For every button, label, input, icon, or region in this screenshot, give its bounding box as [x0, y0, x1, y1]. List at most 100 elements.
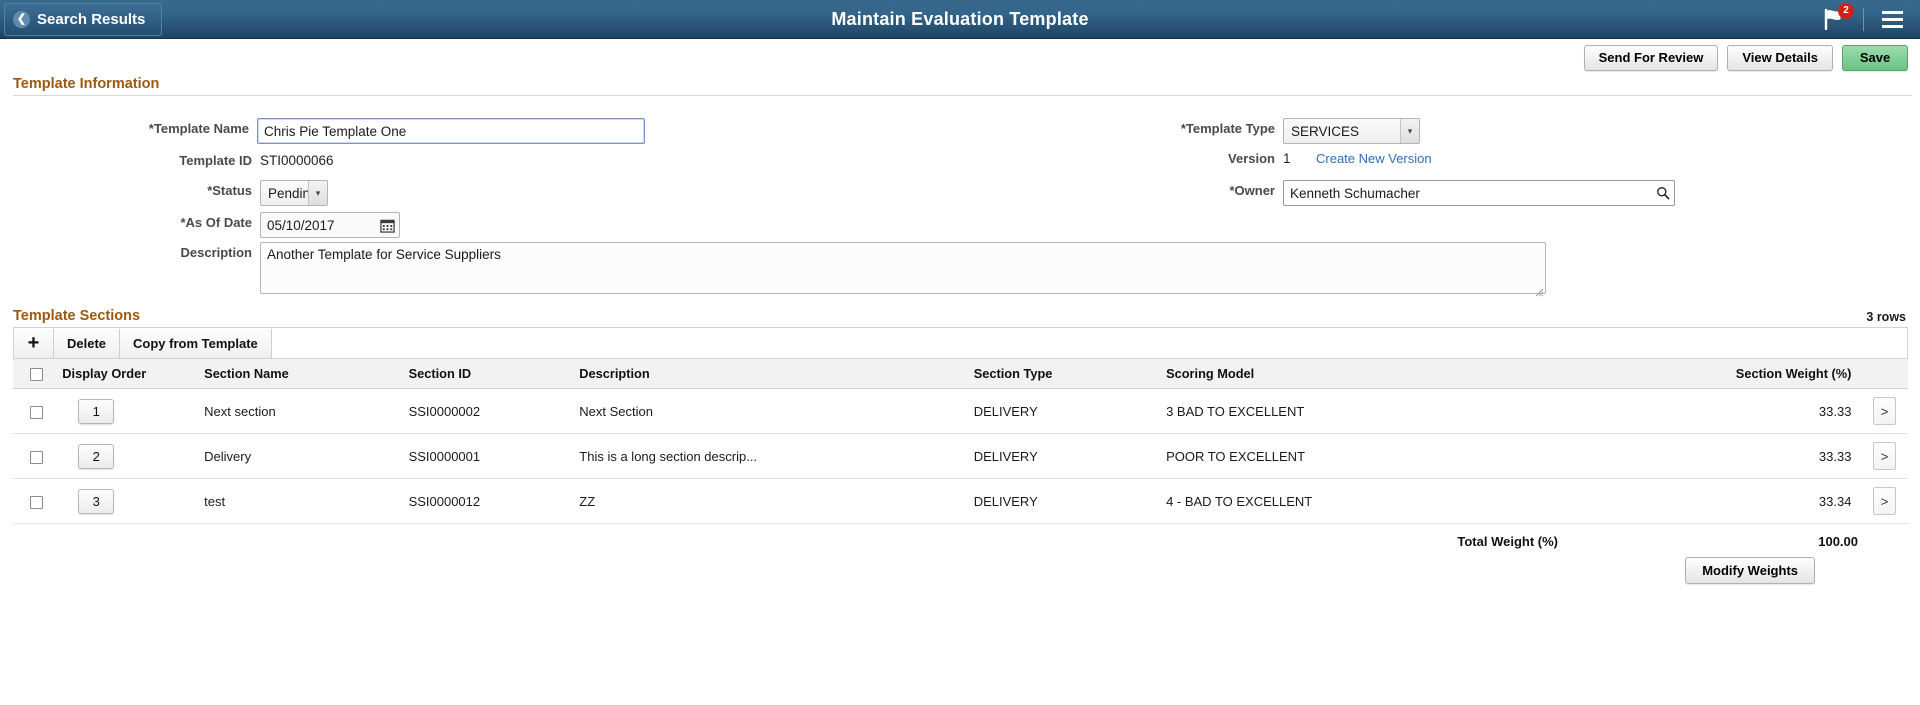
template-type-select-value: SERVICES: [1291, 123, 1360, 139]
select-all-checkbox[interactable]: [30, 368, 44, 382]
as-of-date-label: As Of Date: [0, 212, 252, 233]
section-name-cell: Delivery: [198, 433, 403, 480]
total-weight-value: 100.00: [1818, 534, 1858, 550]
table-row[interactable]: 1 Next section SSI0000002 Next Section D…: [13, 388, 1908, 435]
section-weight-cell: 33.33: [1604, 388, 1858, 435]
modify-weights-row: Modify Weights: [13, 549, 1908, 585]
template-type-select[interactable]: SERVICES ▾: [1283, 118, 1420, 144]
view-details-button[interactable]: View Details: [1727, 44, 1833, 71]
description-cell: This is a long section descrip...: [573, 433, 968, 480]
display-order-button[interactable]: 1: [78, 398, 115, 424]
delete-rows-button[interactable]: Delete: [54, 328, 121, 358]
select-all-header: [13, 357, 57, 390]
owner-label: Owner: [1140, 180, 1275, 201]
column-header-scoring-model[interactable]: Scoring Model: [1160, 357, 1605, 390]
table-row[interactable]: 2 Delivery SSI0000001 This is a long sec…: [13, 433, 1908, 480]
column-header-section-type[interactable]: Section Type: [967, 357, 1161, 390]
scoring-model-cell: 4 - BAD TO EXCELLENT: [1160, 478, 1605, 525]
column-header-display-order[interactable]: Display Order: [56, 357, 199, 390]
row-detail-button[interactable]: >: [1873, 397, 1896, 426]
column-header-section-id[interactable]: Section ID: [402, 357, 574, 390]
description-cell: ZZ: [573, 478, 968, 525]
template-id-field: Template ID STI0000066: [0, 150, 645, 171]
row-select-cell: [13, 478, 57, 525]
table-row[interactable]: 3 test SSI0000012 ZZ DELIVERY 4 - BAD TO…: [13, 478, 1908, 525]
row-detail-cell: >: [1857, 433, 1908, 480]
version-value: 1: [1283, 151, 1291, 166]
template-id-label: Template ID: [179, 153, 252, 168]
row-select-cell: [13, 433, 57, 480]
display-order-button[interactable]: 3: [78, 488, 115, 514]
template-sections-heading: Template Sections: [13, 308, 141, 324]
display-order-cell: 2: [56, 433, 199, 480]
section-name-cell: test: [198, 478, 403, 525]
section-id-cell: SSI0000012: [402, 478, 574, 525]
row-checkbox[interactable]: [30, 405, 44, 419]
total-weight-label: Total Weight (%): [1457, 534, 1558, 550]
row-checkbox[interactable]: [30, 450, 44, 464]
row-checkbox[interactable]: [30, 495, 44, 509]
save-button[interactable]: Save: [1842, 44, 1908, 71]
as-of-date-input[interactable]: 05/10/2017: [260, 212, 400, 238]
add-row-button[interactable]: +: [14, 328, 54, 358]
top-navigation-bar: ❮ Search Results Maintain Evaluation Tem…: [0, 0, 1920, 39]
row-detail-cell: >: [1857, 478, 1908, 525]
display-order-button[interactable]: 2: [78, 443, 115, 469]
back-button-label: Search Results: [37, 10, 146, 28]
copy-from-template-button[interactable]: Copy from Template: [120, 328, 272, 358]
description-textarea[interactable]: [260, 242, 1546, 294]
status-field: Status Pending ▾: [0, 180, 645, 206]
grid-toolbar: + Delete Copy from Template: [13, 327, 1908, 358]
status-select[interactable]: Pending ▾: [260, 180, 328, 206]
section-name-cell: Next section: [198, 388, 403, 435]
template-id-value: STI0000066: [260, 153, 334, 168]
row-detail-button[interactable]: >: [1873, 442, 1896, 471]
description-cell: Next Section: [573, 388, 968, 435]
description-label: Description: [180, 245, 252, 260]
column-header-description[interactable]: Description: [573, 357, 968, 390]
hamburger-bar-2: [1881, 17, 1903, 21]
column-header-section-weight[interactable]: Section Weight (%): [1604, 357, 1858, 390]
owner-field: Owner Kenneth Schumacher: [1140, 180, 1675, 206]
section-type-cell: DELIVERY: [967, 388, 1161, 435]
row-detail-cell: >: [1857, 388, 1908, 435]
section-id-cell: SSI0000001: [402, 433, 574, 480]
chevron-down-icon: ▾: [308, 181, 327, 205]
chevron-down-icon: ▾: [1400, 119, 1419, 143]
section-id-cell: SSI0000002: [402, 388, 574, 435]
as-of-date-value: 05/10/2017: [267, 217, 335, 233]
display-order-cell: 1: [56, 388, 199, 435]
template-name-field: Template Name: [0, 118, 645, 144]
back-to-search-results-button[interactable]: ❮ Search Results: [4, 2, 163, 36]
row-select-cell: [13, 388, 57, 435]
calendar-icon[interactable]: [380, 218, 395, 233]
modify-weights-button[interactable]: Modify Weights: [1685, 557, 1815, 585]
scoring-model-cell: POOR TO EXCELLENT: [1160, 433, 1605, 480]
template-type-label: Template Type: [1140, 118, 1275, 139]
section-type-cell: DELIVERY: [967, 433, 1161, 480]
owner-input[interactable]: Kenneth Schumacher: [1283, 180, 1675, 206]
notifications-button[interactable]: 2: [1807, 0, 1863, 39]
search-icon[interactable]: [1656, 186, 1670, 200]
template-information-form: Template Name Template ID STI0000066 Sta…: [0, 96, 1920, 308]
section-weight-cell: 33.33: [1604, 433, 1858, 480]
hamburger-bar-3: [1881, 24, 1903, 28]
row-count-label: 3 rows: [1866, 310, 1906, 324]
as-of-date-field: As Of Date 05/10/2017: [0, 212, 645, 238]
create-new-version-link[interactable]: Create New Version: [1316, 148, 1432, 169]
template-name-input[interactable]: [257, 118, 645, 144]
scoring-model-cell: 3 BAD TO EXCELLENT: [1160, 388, 1605, 435]
send-for-review-button[interactable]: Send For Review: [1583, 44, 1719, 71]
description-field: Description: [0, 242, 1546, 299]
version-field: Version 1 Create New Version: [1140, 148, 1432, 169]
row-detail-button[interactable]: >: [1873, 487, 1896, 516]
status-label: Status: [0, 180, 252, 201]
owner-value: Kenneth Schumacher: [1290, 185, 1420, 201]
template-information-heading: Template Information: [13, 76, 160, 92]
main-menu-button[interactable]: [1864, 0, 1920, 39]
display-order-cell: 3: [56, 478, 199, 525]
template-name-label: Template Name: [149, 118, 249, 139]
page-title: Maintain Evaluation Template: [831, 8, 1089, 29]
section-weight-cell: 33.34: [1604, 478, 1858, 525]
column-header-section-name[interactable]: Section Name: [198, 357, 403, 390]
